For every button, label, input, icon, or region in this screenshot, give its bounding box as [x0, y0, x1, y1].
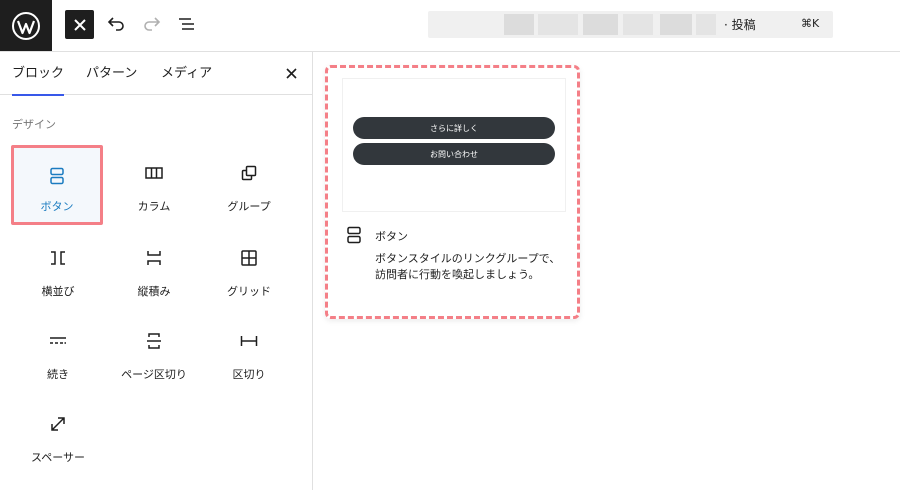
- keyboard-shortcut: ⌘K: [801, 17, 820, 30]
- blurred-title: [504, 14, 534, 35]
- block-page-break[interactable]: ページ区切り: [108, 313, 200, 393]
- block-label: ボタン: [40, 200, 74, 213]
- tab-patterns[interactable]: パターン: [86, 52, 137, 95]
- block-label: 横並び: [41, 285, 75, 298]
- block-label: カラム: [137, 200, 171, 213]
- wordpress-logo-button[interactable]: [0, 0, 52, 51]
- more-icon-wrap: [12, 331, 104, 351]
- block-preview-canvas: さらに詳しく お問い合わせ: [342, 78, 566, 212]
- tab-media[interactable]: メディア: [161, 52, 212, 95]
- stack-icon-wrap: [108, 248, 200, 268]
- undo-icon: [107, 17, 124, 31]
- spacer-icon: [51, 417, 65, 431]
- separator-icon: [240, 336, 258, 346]
- group-icon-wrap: [203, 163, 295, 183]
- grid-icon-wrap: [203, 248, 295, 268]
- close-icon: [73, 18, 86, 31]
- block-separator[interactable]: 区切り: [203, 313, 295, 393]
- block-label: 縦積み: [137, 285, 171, 298]
- buttons-icon: [50, 167, 64, 185]
- undo-button[interactable]: [104, 12, 128, 36]
- group-icon: [241, 165, 257, 181]
- list-view-icon: [179, 18, 194, 30]
- block-grid[interactable]: グリッド: [203, 230, 295, 310]
- block-label: グリッド: [227, 285, 271, 298]
- tab-blocks[interactable]: ブロック: [12, 52, 65, 96]
- block-label: 区切り: [232, 368, 266, 381]
- row-icon-wrap: [12, 248, 104, 268]
- blurred-title: [538, 14, 578, 35]
- close-inserter-button[interactable]: [65, 10, 94, 39]
- blurred-title: [623, 14, 653, 35]
- blurred-title: [583, 14, 618, 35]
- block-label: ページ区切り: [121, 368, 187, 381]
- preview-button-contact: お問い合わせ: [353, 143, 555, 165]
- block-label: グループ: [227, 200, 271, 213]
- block-buttons[interactable]: ボタン: [11, 145, 103, 225]
- separator-icon-wrap: [203, 331, 295, 351]
- preview-button-learn-more: さらに詳しく: [353, 117, 555, 139]
- block-spacer[interactable]: スペーサー: [12, 396, 104, 476]
- block-stack[interactable]: 縦積み: [108, 230, 200, 310]
- block-columns[interactable]: カラム: [108, 145, 200, 225]
- grid-icon: [241, 250, 257, 266]
- block-group[interactable]: グループ: [203, 145, 295, 225]
- redo-icon: [144, 17, 161, 31]
- wordpress-icon: [12, 11, 40, 40]
- preview-block-description: ボタンスタイルのリンクグループで、訪問者に行動を喚起しましょう。: [375, 252, 561, 281]
- block-label: スペーサー: [30, 451, 85, 464]
- row-icon: [51, 251, 65, 265]
- close-icon: [285, 67, 297, 79]
- spacer-icon-wrap: [12, 414, 104, 434]
- close-panel-button[interactable]: [282, 64, 300, 82]
- block-more[interactable]: 続き: [12, 313, 104, 393]
- buttons-icon-wrap: [14, 166, 100, 186]
- document-type-label: · 投稿: [724, 18, 756, 32]
- blurred-title: [660, 14, 692, 35]
- more-icon: [50, 337, 66, 344]
- stack-icon: [147, 251, 161, 265]
- block-preview-popover: さらに詳しく お問い合わせ ボタン ボタンスタイルのリンクグループで、訪問者に行…: [325, 65, 580, 319]
- preview-block-title: ボタン: [375, 230, 408, 243]
- command-palette-button[interactable]: · 投稿 ⌘K: [428, 11, 833, 38]
- block-label: 続き: [47, 368, 69, 381]
- block-inserter-panel: ブロック パターン メディア デザイン ボタン カラム グループ 横並び 縦積み…: [0, 52, 313, 490]
- block-row[interactable]: 横並び: [12, 230, 104, 310]
- inserter-tabs: ブロック パターン メディア: [0, 52, 312, 96]
- columns-icon: [145, 167, 163, 179]
- page-break-icon-wrap: [108, 331, 200, 351]
- category-heading: デザイン: [12, 118, 56, 131]
- buttons-icon: [347, 226, 361, 244]
- list-view-button[interactable]: [175, 12, 199, 36]
- redo-button[interactable]: [140, 12, 164, 36]
- blurred-title: [696, 14, 716, 35]
- columns-icon-wrap: [108, 163, 200, 183]
- page-break-icon: [147, 333, 161, 349]
- editor-top-bar: · 投稿 ⌘K: [0, 0, 900, 52]
